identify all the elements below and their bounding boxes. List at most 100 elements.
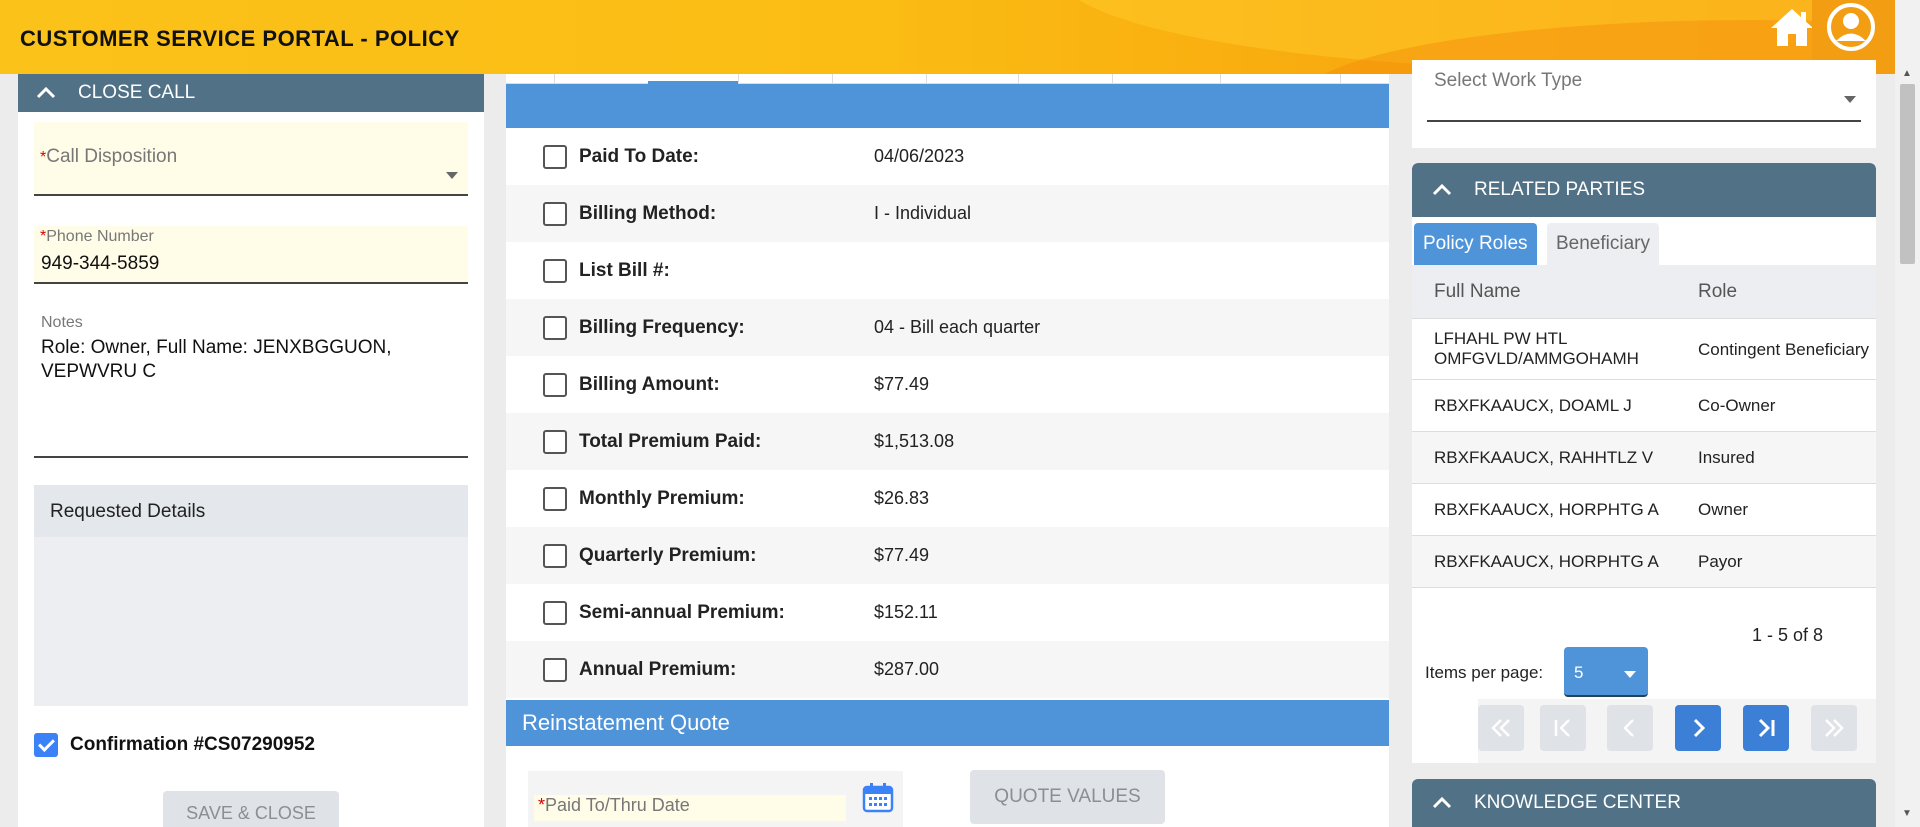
tab-beneficiary[interactable]: Beneficiary	[1547, 223, 1659, 265]
page-rewind-button[interactable]	[1478, 705, 1524, 751]
chevron-down-icon	[446, 172, 458, 179]
quote-values-button[interactable]: QUOTE VALUES	[970, 770, 1165, 824]
phone-number-field[interactable]: *Phone Number 949-344-5859	[34, 226, 468, 284]
billing-value: $77.49	[874, 374, 930, 394]
call-disposition-select[interactable]: *Call Disposition	[34, 122, 468, 196]
row-checkbox[interactable]	[543, 600, 567, 625]
items-per-page-label: Items per page:	[1425, 663, 1544, 682]
double-chevron-right-icon	[1825, 719, 1844, 737]
billing-list: Paid To Date: 04/06/2023 Billing Method: I…	[506, 128, 1389, 698]
billing-value: $287.00	[874, 659, 940, 679]
row-checkbox[interactable]	[543, 657, 567, 682]
scrollbar-thumb[interactable]	[1900, 84, 1915, 264]
page-scrollbar[interactable]: ▲ ▼	[1895, 0, 1920, 827]
billing-row: Monthly Premium: $26.83	[506, 470, 1389, 527]
billing-label: Billing Frequency:	[579, 316, 745, 338]
party-name: RBXFKAAUCX, HORPHTG A	[1434, 551, 1659, 571]
row-checkbox[interactable]	[543, 258, 567, 283]
table-row[interactable]: RBXFKAAUCX, HORPHTG A Owner	[1412, 484, 1876, 536]
previous-page-button[interactable]	[1607, 705, 1653, 751]
billing-value: $1,513.08	[874, 431, 955, 451]
table-row[interactable]: RBXFKAAUCX, RAHHTLZ V Insured	[1412, 432, 1876, 484]
row-checkbox[interactable]	[543, 543, 567, 568]
page-fast-forward-button[interactable]	[1811, 705, 1857, 751]
scroll-up-arrow-icon[interactable]: ▲	[1902, 68, 1912, 79]
next-page-button[interactable]	[1675, 705, 1721, 751]
table-header: Full Name Role	[1412, 265, 1876, 319]
row-checkbox[interactable]	[543, 315, 567, 340]
row-checkbox[interactable]	[543, 144, 567, 169]
table-row[interactable]: RBXFKAAUCX, DOAML J Co-Owner	[1412, 380, 1876, 432]
calendar-icon[interactable]	[862, 781, 894, 813]
table-row[interactable]: RBXFKAAUCX, HORPHTG A Payor	[1412, 536, 1876, 588]
tab-divider	[926, 74, 927, 84]
row-checkbox[interactable]	[543, 201, 567, 226]
confirmation-checkbox[interactable]	[34, 733, 58, 757]
knowledge-center-header[interactable]: KNOWLEDGE CENTER	[1412, 779, 1876, 827]
billing-label: Paid To Date:	[579, 145, 699, 167]
related-parties-panel: RELATED PARTIES Policy Roles Beneficiary…	[1412, 163, 1876, 763]
row-checkbox[interactable]	[543, 486, 567, 511]
tab-policy-roles[interactable]: Policy Roles	[1414, 223, 1537, 265]
tab-divider	[738, 74, 739, 84]
work-type-placeholder: Select Work Type	[1434, 70, 1583, 91]
column-header-full-name[interactable]: Full Name	[1412, 281, 1698, 302]
knowledge-center-title: KNOWLEDGE CENTER	[1474, 792, 1681, 813]
chevron-up-icon[interactable]	[1432, 184, 1452, 196]
first-page-button[interactable]	[1540, 705, 1586, 751]
home-icon[interactable]	[1768, 4, 1816, 52]
column-header-role[interactable]: Role	[1698, 277, 1876, 306]
tab-divider	[832, 74, 833, 84]
billing-label: List Bill #:	[579, 259, 670, 281]
tab-divider	[554, 74, 555, 84]
billing-row: List Bill #:	[506, 242, 1389, 299]
first-page-icon	[1554, 719, 1570, 737]
chevron-up-icon[interactable]	[36, 87, 56, 99]
billing-value: 04/06/2023	[874, 146, 965, 166]
close-call-title: CLOSE CALL	[78, 82, 196, 103]
last-page-button[interactable]	[1743, 705, 1789, 751]
paid-thru-date-label: Paid To/Thru Date	[545, 795, 690, 815]
notes-value: Role: Owner, Full Name: JENXBGGUON, VEPW…	[41, 337, 392, 382]
billing-label: Billing Method:	[579, 202, 717, 224]
confirmation-checkbox-row[interactable]: Confirmation #CS07290952	[34, 733, 315, 757]
party-role: Payor	[1698, 552, 1743, 571]
party-role: Insured	[1698, 448, 1755, 467]
billing-row: Billing Amount: $77.49	[506, 356, 1389, 413]
chevron-up-icon[interactable]	[1432, 797, 1452, 809]
party-name: RBXFKAAUCX, RAHHTLZ V	[1434, 447, 1654, 467]
pagination-range: 1 - 5 of 8	[1752, 625, 1824, 645]
row-checkbox[interactable]	[543, 429, 567, 454]
billing-value: $77.49	[874, 545, 930, 565]
row-checkbox[interactable]	[543, 372, 567, 397]
notes-field[interactable]: Notes Role: Owner, Full Name: JENXBGGUON…	[34, 310, 468, 458]
paid-thru-date-field[interactable]: *Paid To/Thru Date	[528, 771, 903, 827]
table-row[interactable]: LFHAHL PW HTL OMFGVLD/AMMGOHAMH Continge…	[1412, 319, 1876, 380]
billing-value: 04 - Bill each quarter	[874, 317, 1041, 337]
party-name: LFHAHL PW HTL OMFGVLD/AMMGOHAMH	[1434, 329, 1639, 368]
chevron-down-icon	[1844, 96, 1856, 103]
billing-row: Quarterly Premium: $77.49	[506, 527, 1389, 584]
pagination-controls	[1478, 699, 1876, 763]
related-parties-tabs: Policy Roles Beneficiary	[1412, 223, 1876, 265]
billing-row: Paid To Date: 04/06/2023	[506, 128, 1389, 185]
billing-value: $152.11	[874, 602, 938, 622]
related-parties-title: RELATED PARTIES	[1474, 179, 1646, 200]
policy-roles-table: Full Name Role LFHAHL PW HTL OMFGVLD/AMM…	[1412, 265, 1876, 588]
party-name: RBXFKAAUCX, DOAML J	[1434, 395, 1632, 415]
billing-label: Billing Amount:	[579, 373, 720, 395]
user-account-icon[interactable]	[1826, 2, 1876, 52]
items-per-page-select[interactable]: 5	[1564, 647, 1648, 697]
scroll-down-arrow-icon[interactable]: ▼	[1902, 808, 1912, 819]
required-marker: *	[538, 795, 546, 815]
items-per-page-value: 5	[1574, 663, 1584, 682]
save-and-close-button[interactable]: SAVE & CLOSE	[163, 791, 339, 827]
paid-thru-date-input[interactable]: *Paid To/Thru Date	[534, 795, 846, 821]
party-name: RBXFKAAUCX, HORPHTG A	[1434, 499, 1659, 519]
chevron-left-icon	[1623, 719, 1634, 737]
work-type-select[interactable]: Select Work Type	[1412, 60, 1876, 148]
tab-active[interactable]	[648, 74, 738, 84]
close-call-header[interactable]: CLOSE CALL	[18, 74, 484, 112]
related-parties-header[interactable]: RELATED PARTIES	[1412, 163, 1876, 217]
party-role: Contingent Beneficiary	[1698, 339, 1870, 359]
